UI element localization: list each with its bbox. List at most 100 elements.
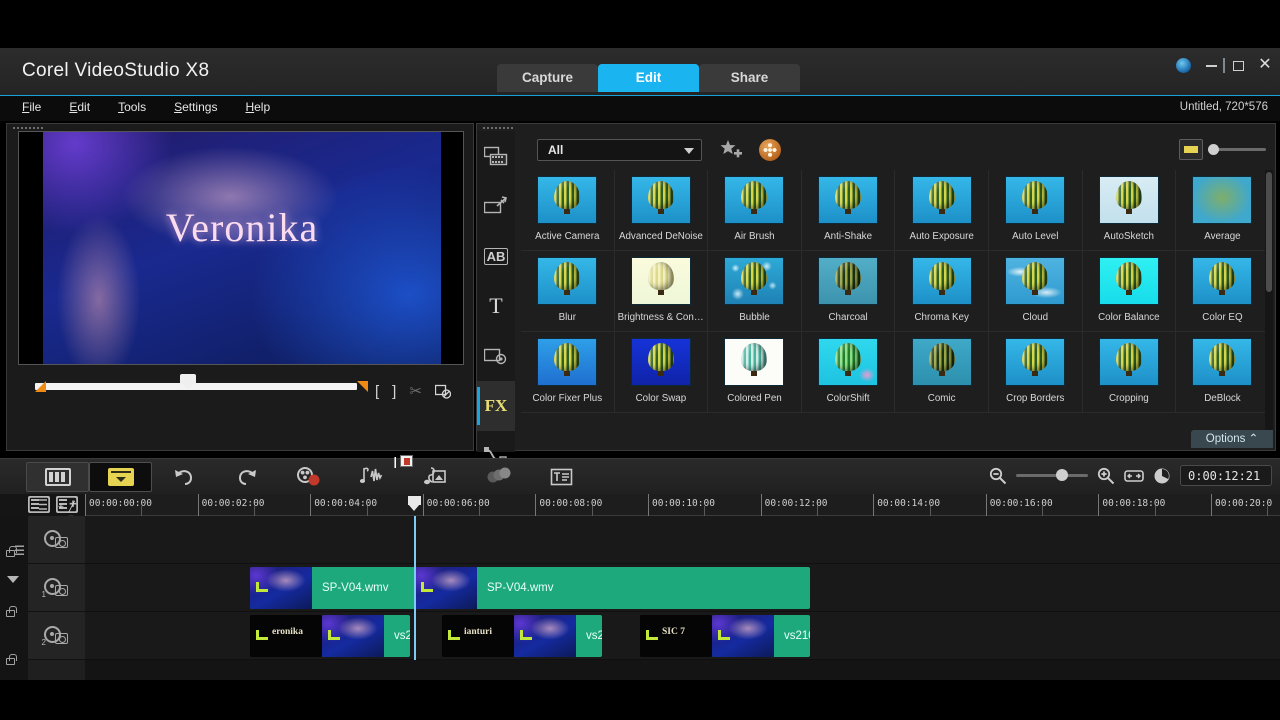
project-duration-field[interactable]: 0:00:12:21 [1180, 465, 1272, 486]
filter-item[interactable]: Charcoal [801, 251, 896, 332]
track-header-overlay-1[interactable]: 1 [28, 564, 85, 612]
mark-out-icon[interactable]: ] [392, 383, 396, 400]
track-header-overlay-2[interactable]: 2 [28, 612, 85, 660]
capture-snapshot-icon[interactable] [434, 383, 451, 399]
trim-handle-end[interactable] [357, 381, 368, 392]
filter-item[interactable]: Average [1176, 170, 1270, 251]
storyboard-view-button[interactable] [26, 462, 89, 492]
filter-item[interactable]: Anti-Shake [801, 170, 896, 251]
menu-settings[interactable]: Settings [174, 100, 217, 114]
filter-item[interactable]: Auto Exposure [895, 170, 989, 251]
filter-item[interactable]: Auto Level [988, 170, 1083, 251]
timeline-title-clip[interactable]: SIC 7 [640, 615, 712, 657]
track-lane-overlay-2[interactable]: eronika vs210322-009.B ianturi vs210322-010… [85, 612, 1280, 660]
sidebar-item-media[interactable] [477, 131, 515, 181]
menu-tools[interactable]: Tools [118, 100, 146, 114]
preview-panel-grip[interactable] [7, 124, 473, 131]
filter-item[interactable]: Brightness & Contr... [614, 251, 709, 332]
track-lock-icon-1[interactable] [4, 606, 24, 622]
timeline-playhead[interactable] [414, 516, 416, 660]
filter-item[interactable]: Bubble [708, 251, 802, 332]
timeline-clip[interactable]: vs210322-010.B [514, 615, 602, 657]
timeline-zoom-slider[interactable] [1016, 469, 1088, 481]
tab-edit[interactable]: Edit [598, 64, 699, 92]
preview-screen[interactable]: Veronika [18, 131, 464, 365]
timeline-clip[interactable]: SP-V04.wmv [415, 567, 810, 609]
filter-category-dropdown[interactable]: All [537, 139, 702, 161]
filter-item[interactable]: Active Camera [521, 170, 615, 251]
library-thumbnail-size-slider[interactable] [1208, 144, 1266, 155]
filter-item[interactable]: Air Brush [708, 170, 802, 251]
timeline-ruler[interactable]: 00:00:00:00 00:00:02:00 00:00:04:00 00:00:0… [85, 494, 1280, 516]
track-list-icon[interactable] [15, 544, 24, 555]
filter-item-label: ColorShift [826, 393, 870, 404]
filter-item[interactable]: Color EQ [1176, 251, 1270, 332]
track-lock-icon-2[interactable] [4, 654, 24, 670]
maximize-button[interactable] [1231, 59, 1245, 73]
filter-item[interactable]: Advanced DeNoise [614, 170, 709, 251]
library-scrollbar[interactable] [1265, 170, 1273, 440]
corel-guide-icon[interactable] [759, 139, 781, 161]
menu-help[interactable]: Help [245, 100, 270, 114]
motion-tracking-button[interactable] [467, 462, 530, 492]
filter-item[interactable]: Color Balance [1082, 251, 1177, 332]
track-lane-video[interactable] [85, 516, 1280, 564]
record-capture-button[interactable] [278, 462, 341, 492]
chevron-down-icon-tracks[interactable] [7, 576, 19, 583]
filter-item[interactable]: Cloud [988, 251, 1083, 332]
mark-in-icon[interactable]: [ [375, 383, 379, 400]
filter-item[interactable]: DeBlock [1176, 332, 1270, 413]
filter-item[interactable]: ColorShift [801, 332, 896, 413]
zoom-in-icon[interactable] [1097, 467, 1115, 485]
globe-icon[interactable] [1176, 58, 1191, 73]
ruler-tick-label: 00:00:08:00 [539, 498, 603, 509]
subtitle-editor-button[interactable] [530, 462, 593, 492]
timeline-clip[interactable]: SP-V04.wmv [250, 567, 415, 609]
zoom-out-icon[interactable] [989, 467, 1007, 485]
filter-item[interactable]: Cropping [1082, 332, 1177, 413]
close-button[interactable]: ✕ [1258, 56, 1272, 73]
sidebar-item-filters-fx[interactable]: FX [477, 381, 515, 431]
filter-thumbnail [1098, 257, 1159, 305]
sidebar-item-titles-ab[interactable]: AB [477, 231, 515, 281]
menu-edit[interactable]: Edit [69, 100, 90, 114]
library-view-toggle[interactable] [1179, 139, 1203, 160]
filter-item[interactable]: Comic [895, 332, 989, 413]
tab-share[interactable]: Share [699, 64, 800, 92]
scrub-track[interactable] [35, 383, 357, 390]
timeline-title-clip[interactable]: ianturi [442, 615, 514, 657]
filter-item[interactable]: Colored Pen [708, 332, 802, 413]
redo-button[interactable] [215, 462, 278, 492]
project-duration-icon[interactable] [1153, 467, 1171, 485]
filter-item[interactable]: Chroma Key [895, 251, 989, 332]
sidebar-item-transitions[interactable] [477, 181, 515, 231]
timeline-playhead-head[interactable] [408, 496, 421, 513]
filter-item[interactable]: Blur [521, 251, 615, 332]
timeline-clip[interactable]: vs210322-011.B [712, 615, 810, 657]
timeline-view-button[interactable] [89, 462, 152, 492]
filter-item[interactable]: AutoSketch [1082, 170, 1177, 251]
timeline-title-clip[interactable]: eronika [250, 615, 322, 657]
filter-item[interactable]: Color Swap [614, 332, 709, 413]
tab-capture[interactable]: Capture [497, 64, 598, 92]
undo-button[interactable] [152, 462, 215, 492]
sidebar-item-titles-t[interactable]: T [477, 281, 515, 331]
filter-item[interactable]: Color Fixer Plus [521, 332, 615, 413]
filter-item[interactable]: Crop Borders [988, 332, 1083, 413]
fit-project-icon[interactable] [1124, 468, 1144, 484]
track-header-video[interactable] [28, 516, 85, 564]
cut-clip-icon[interactable]: ✂ [409, 382, 422, 400]
add-to-favorites-icon[interactable] [719, 139, 743, 161]
window-controls: ✕ [1176, 56, 1272, 73]
preview-playhead[interactable] [180, 374, 196, 390]
sidebar-item-graphics[interactable] [477, 331, 515, 381]
menu-file[interactable]: File [22, 100, 41, 114]
track-lane-overlay-1[interactable]: SP-V04.wmv SP-V04.wmv [85, 564, 1280, 612]
trim-handle-start[interactable] [35, 381, 46, 392]
track-manager-button[interactable] [27, 495, 50, 513]
library-panel-grip[interactable] [477, 124, 1275, 131]
preview-scrub-bar[interactable] [25, 374, 368, 392]
minimize-button[interactable] [1204, 59, 1218, 73]
timeline-clip[interactable]: vs210322-009.B [322, 615, 410, 657]
options-button[interactable]: Options ⌃ [1191, 430, 1273, 448]
